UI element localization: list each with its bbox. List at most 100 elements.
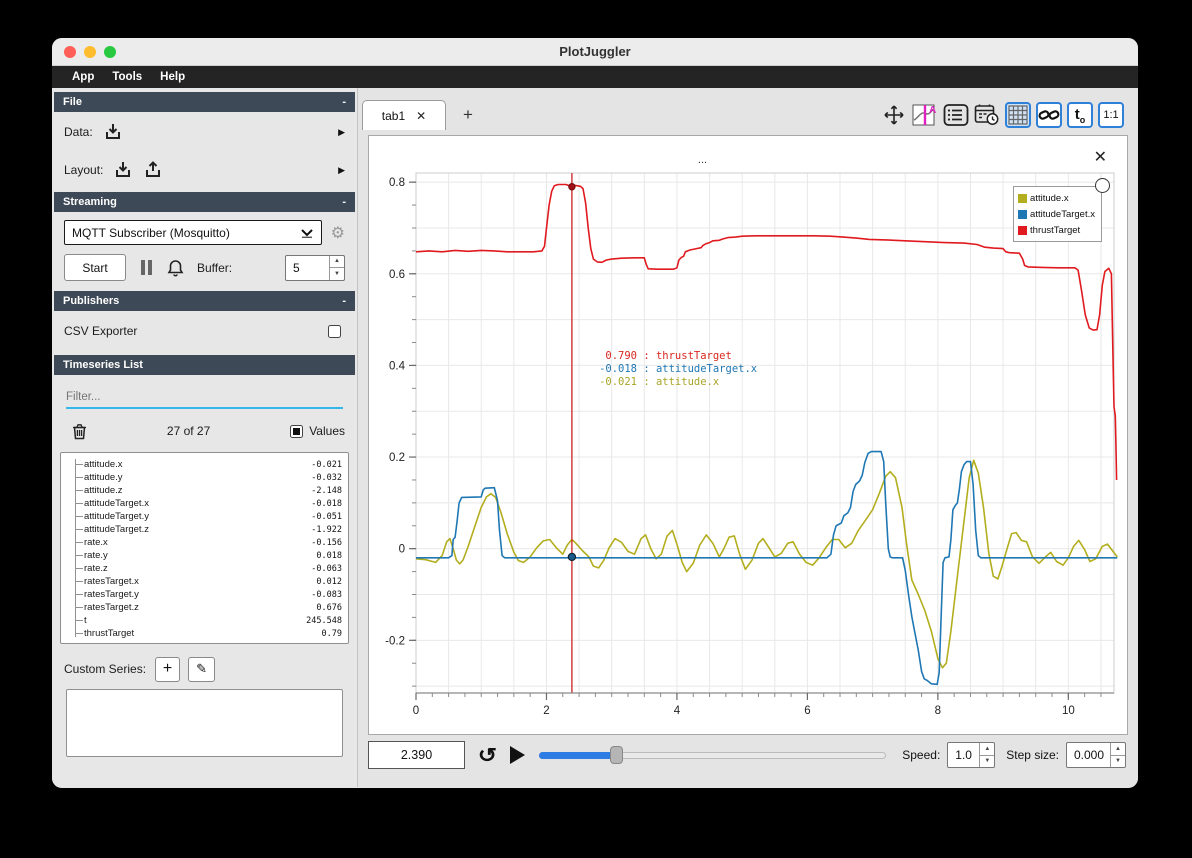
ratio-1-1-toggle[interactable]: 1:1 <box>1098 102 1124 128</box>
data-label: Data: <box>64 125 93 139</box>
streaming-section-header[interactable]: Streaming - <box>54 192 355 212</box>
timeseries-row[interactable]: attitudeTarget.y -0.051 <box>75 510 342 523</box>
timeseries-list[interactable]: attitude.x -0.021 attitude.y -0.032 attitude… <box>60 452 349 644</box>
timeseries-row[interactable]: ratesTarget.x 0.012 <box>75 575 342 588</box>
list-view-icon[interactable] <box>943 102 969 128</box>
timeseries-section-header[interactable]: Timeseries List <box>54 355 355 375</box>
filter-input[interactable] <box>66 391 343 403</box>
datetime-icon[interactable] <box>974 102 1000 128</box>
pan-view-icon[interactable] <box>881 102 907 128</box>
edit-curves-icon[interactable]: A <box>912 102 938 128</box>
legend-entry[interactable]: attitudeTarget.x <box>1018 206 1095 222</box>
timeseries-row[interactable]: thrustTarget 0.79 <box>75 627 342 640</box>
menu-item-app[interactable]: App <box>64 71 102 83</box>
timeseries-row[interactable]: ratesTarget.y -0.083 <box>75 588 342 601</box>
zoom-out-circle-icon[interactable] <box>1095 178 1110 193</box>
link-axes-toggle[interactable] <box>1036 102 1062 128</box>
timeseries-row[interactable]: attitudeTarget.z -1.922 <box>75 523 342 536</box>
timeseries-row[interactable]: rate.z -0.063 <box>75 562 342 575</box>
plot-widget[interactable]: ... ✕ attitude.x attitudeTarget.x thrustTa… <box>368 135 1128 735</box>
save-layout-icon[interactable] <box>143 161 163 179</box>
series-value: -2.148 <box>311 485 342 496</box>
app-window: PlotJuggler App Tools Help File - Data: ▶ … <box>52 38 1138 788</box>
spin-down-icon[interactable]: ▼ <box>330 268 344 280</box>
publishers-section-header[interactable]: Publishers - <box>54 291 355 311</box>
legend-swatch <box>1018 209 1028 219</box>
tracker-readout-line: -0.021 : attitude.x <box>599 376 720 388</box>
spin-up-icon[interactable]: ▲ <box>330 256 344 268</box>
series-name: rate.y <box>84 550 108 561</box>
series-value: -0.021 <box>311 459 342 470</box>
close-tab-icon[interactable]: ✕ <box>416 109 426 123</box>
buffer-label: Buffer: <box>197 260 233 275</box>
loop-icon[interactable]: ↺ <box>478 743 497 768</box>
load-data-icon[interactable] <box>103 123 123 141</box>
spin-down-icon[interactable]: ▼ <box>1111 756 1125 768</box>
trash-icon[interactable] <box>72 423 87 440</box>
main-area: tab1 ✕ + A to 1:1 ... ✕ attitude.x attit… <box>358 88 1138 787</box>
spin-up-icon[interactable]: ▲ <box>980 743 995 756</box>
series-value: 0.79 <box>321 628 342 639</box>
layout-menu-arrow-icon[interactable]: ▶ <box>338 165 345 176</box>
plus-icon: + <box>162 660 173 677</box>
step-size-spinbox[interactable]: 0.000 ▲ ▼ <box>1066 742 1126 768</box>
menu-item-tools[interactable]: Tools <box>104 71 150 83</box>
close-plot-icon[interactable]: ✕ <box>1094 147 1107 167</box>
load-layout-icon[interactable] <box>113 161 133 179</box>
svg-text:A: A <box>929 105 936 116</box>
legend-entry[interactable]: thrustTarget <box>1018 222 1095 238</box>
speed-spinbox[interactable]: 1.0 ▲ ▼ <box>947 742 996 768</box>
menu-bar: App Tools Help <box>52 66 1138 88</box>
svg-text:0: 0 <box>413 705 419 717</box>
grid-layout-toggle[interactable] <box>1005 102 1031 128</box>
timeseries-row[interactable]: rate.x -0.156 <box>75 536 342 549</box>
series-value: -0.032 <box>311 472 342 483</box>
pause-icon[interactable] <box>141 260 152 275</box>
tab-tab1[interactable]: tab1 ✕ <box>362 100 446 130</box>
plot-legend[interactable]: attitude.x attitudeTarget.x thrustTarget <box>1013 186 1102 242</box>
minimize-window-button[interactable] <box>84 46 96 58</box>
series-count: 27 of 27 <box>166 424 211 438</box>
timeseries-row[interactable]: attitudeTarget.x -0.018 <box>75 497 342 510</box>
add-custom-series-button[interactable]: + <box>155 656 181 682</box>
start-button[interactable]: Start <box>64 254 126 281</box>
time-offset-toggle[interactable]: to <box>1067 102 1093 128</box>
collapse-icon[interactable]: - <box>342 196 346 208</box>
buffer-spinbox[interactable]: 5 ▲ ▼ <box>285 254 345 281</box>
timeseries-row[interactable]: attitude.z -2.148 <box>75 484 342 497</box>
current-time-display[interactable]: 2.390 <box>368 741 465 769</box>
series-name: attitudeTarget.z <box>84 524 149 535</box>
add-tab-button[interactable]: + <box>463 105 473 125</box>
legend-swatch <box>1018 193 1028 203</box>
menu-item-help[interactable]: Help <box>152 71 193 83</box>
slider-handle[interactable] <box>609 746 623 764</box>
zoom-window-button[interactable] <box>104 46 116 58</box>
edit-custom-series-button[interactable]: ✎ <box>188 656 216 682</box>
timeseries-row[interactable]: rate.y 0.018 <box>75 549 342 562</box>
spin-up-icon[interactable]: ▲ <box>1111 743 1125 756</box>
timeseries-row[interactable]: attitude.y -0.032 <box>75 471 342 484</box>
values-label: Values <box>309 424 345 438</box>
svg-text:8: 8 <box>935 705 941 717</box>
csv-exporter-checkbox[interactable] <box>328 324 341 338</box>
svg-text:0.6: 0.6 <box>389 269 405 281</box>
play-icon[interactable] <box>509 746 525 764</box>
plot-canvas[interactable]: 0 2 4 6 8 10 -0.2 0 0.2 0.4 0.6 0.8 <box>369 170 1129 736</box>
timeseries-row[interactable]: t 245.548 <box>75 614 342 627</box>
streaming-settings-gear-icon[interactable]: ⚙ <box>331 223 345 243</box>
timeseries-row[interactable]: ratesTarget.z 0.676 <box>75 601 342 614</box>
collapse-icon[interactable]: - <box>342 295 346 307</box>
collapse-icon[interactable]: - <box>342 96 346 108</box>
time-slider[interactable] <box>538 746 887 764</box>
spin-down-icon[interactable]: ▼ <box>980 756 994 768</box>
values-checkbox[interactable] <box>290 424 304 438</box>
svg-text:0.4: 0.4 <box>389 360 406 372</box>
file-section-header[interactable]: File - <box>54 92 355 112</box>
custom-series-list[interactable] <box>66 689 343 757</box>
close-window-button[interactable] <box>64 46 76 58</box>
timeseries-row[interactable]: attitude.x -0.021 <box>75 458 342 471</box>
legend-entry[interactable]: attitude.x <box>1018 190 1095 206</box>
streaming-source-select[interactable]: MQTT Subscriber (Mosquitto) <box>64 220 322 245</box>
data-menu-arrow-icon[interactable]: ▶ <box>338 127 345 138</box>
notifications-bell-icon[interactable] <box>167 259 184 277</box>
